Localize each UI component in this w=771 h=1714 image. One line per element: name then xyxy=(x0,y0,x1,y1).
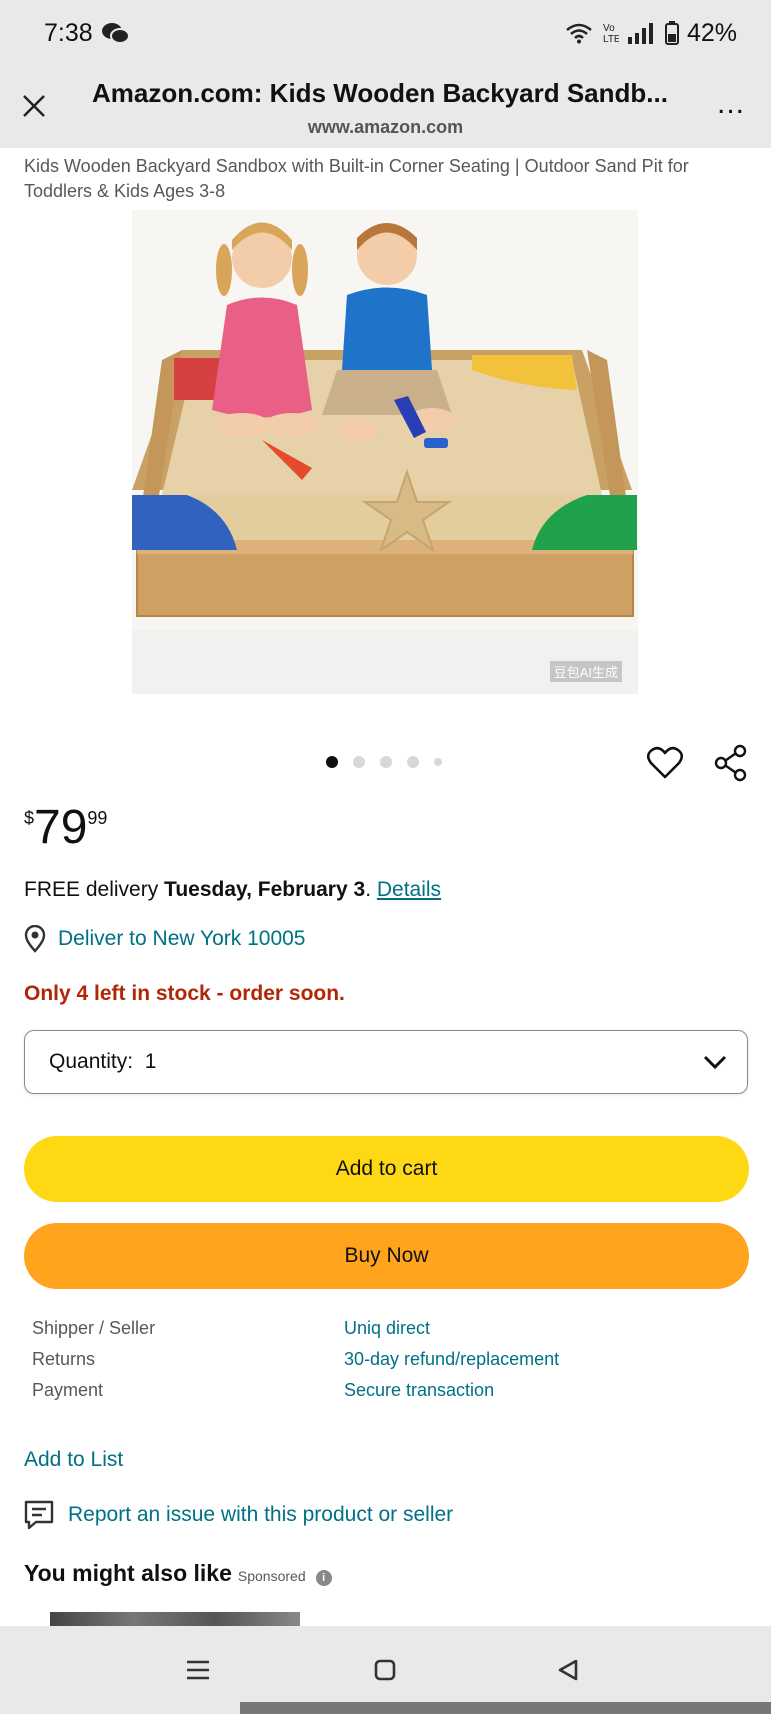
product-title: Kids Wooden Backyard Sandbox with Built-… xyxy=(24,156,689,201)
svg-text:LTE: LTE xyxy=(603,34,619,45)
section-heading: You might also like xyxy=(24,1560,232,1586)
info-label: Payment xyxy=(32,1380,104,1400)
info-label: Returns xyxy=(32,1349,96,1369)
image-carousel-dots xyxy=(326,756,442,768)
status-right: Vo LTE 42% xyxy=(565,19,737,48)
status-left: 7:38 xyxy=(44,19,131,48)
page-title: Amazon.com: Kids Wooden Backyard Sandb..… xyxy=(92,78,668,108)
info-row: Payment Secure transaction xyxy=(32,1380,752,1411)
wifi-icon xyxy=(566,23,592,44)
recent-apps-button[interactable] xyxy=(178,1650,218,1690)
info-value-link[interactable]: Secure transaction xyxy=(344,1380,494,1411)
stock-message: Only 4 left in stock - order soon. xyxy=(24,982,345,1005)
delivery-info: FREE delivery Tuesday, February 3. Detai… xyxy=(24,878,441,902)
sponsored-label: Sponsored xyxy=(237,1568,306,1584)
carousel-dot[interactable] xyxy=(407,756,419,768)
menu-icon xyxy=(187,1660,209,1680)
info-row: Shipper / Seller Uniq direct xyxy=(32,1318,752,1349)
buy-now-button[interactable]: Buy Now xyxy=(24,1223,749,1289)
price-whole: 79 xyxy=(34,801,88,854)
heart-icon xyxy=(646,746,684,779)
share-button[interactable] xyxy=(712,744,750,782)
quantity-select[interactable]: Quantity: 1 xyxy=(24,1030,748,1094)
price: $ 79 99 xyxy=(24,800,107,856)
back-button[interactable] xyxy=(548,1650,588,1690)
status-bar: 7:38 Vo LTE 42% xyxy=(0,0,771,66)
add-to-cart-button[interactable]: Add to cart xyxy=(24,1136,749,1202)
info-label: Shipper / Seller xyxy=(32,1318,156,1338)
more-options-button[interactable]: ... xyxy=(717,89,745,119)
carousel-dot[interactable] xyxy=(434,758,442,766)
home-square-icon xyxy=(374,1659,396,1681)
page-url: www.amazon.com xyxy=(307,117,464,137)
battery-icon xyxy=(664,21,679,45)
delivery-details-link[interactable]: Details xyxy=(377,878,441,901)
image-watermark: 豆包AI生成 xyxy=(549,661,622,682)
svg-text:Vo: Vo xyxy=(603,23,615,34)
sandbox-illustration xyxy=(132,210,638,694)
chevron-down-icon xyxy=(703,1055,727,1070)
quantity-value: 1 xyxy=(144,1050,157,1073)
back-triangle-icon xyxy=(558,1659,578,1681)
info-icon[interactable]: i xyxy=(315,1570,332,1586)
info-value-link[interactable]: 30-day refund/replacement xyxy=(344,1349,559,1380)
report-issue-text: Report an issue with this product or sel… xyxy=(68,1503,454,1526)
signal-icon xyxy=(627,23,653,44)
carousel-dot[interactable] xyxy=(380,756,392,768)
price-fraction: 99 xyxy=(87,808,108,828)
deliver-to-text: Deliver to New York 10005 xyxy=(58,927,306,950)
price-symbol: $ xyxy=(24,808,35,828)
report-issue-link[interactable]: Report an issue with this product or sel… xyxy=(24,1500,453,1530)
quantity-label: Quantity: xyxy=(49,1050,134,1073)
location-pin-icon xyxy=(24,925,46,953)
deliver-to-link[interactable]: Deliver to New York 10005 xyxy=(24,925,305,953)
delivery-date: Tuesday, February 3 xyxy=(164,878,366,901)
product-image[interactable]: 豆包AI生成 xyxy=(132,210,638,694)
status-time: 7:38 xyxy=(44,18,93,47)
gesture-indicator xyxy=(240,1702,771,1714)
recommendation-image-peek[interactable] xyxy=(50,1612,300,1626)
quantity-text: Quantity: 1 xyxy=(49,1050,156,1074)
feedback-icon xyxy=(24,1500,54,1530)
wishlist-button[interactable] xyxy=(646,744,684,782)
delivery-separator: . xyxy=(365,878,377,901)
wechat-icon xyxy=(101,23,130,44)
info-row: Returns 30-day refund/replacement xyxy=(32,1349,752,1380)
system-nav-bar xyxy=(0,1626,771,1714)
share-icon xyxy=(714,744,747,782)
delivery-prefix: FREE delivery xyxy=(24,878,165,901)
seller-info-table: Shipper / Seller Uniq direct Returns 30-… xyxy=(32,1318,752,1411)
you-might-also-like-header: You might also like Sponsored i xyxy=(24,1560,332,1587)
info-value-link[interactable]: Uniq direct xyxy=(344,1318,430,1349)
add-to-list-link[interactable]: Add to List xyxy=(24,1448,123,1472)
volte-icon: Vo LTE xyxy=(603,23,619,45)
carousel-dot[interactable] xyxy=(353,756,365,768)
browser-titlebar: Amazon.com: Kids Wooden Backyard Sandb..… xyxy=(0,66,771,148)
carousel-dot[interactable] xyxy=(326,756,338,768)
close-icon xyxy=(23,95,45,117)
home-button[interactable] xyxy=(365,1650,405,1690)
battery-percent: 42% xyxy=(686,18,737,47)
